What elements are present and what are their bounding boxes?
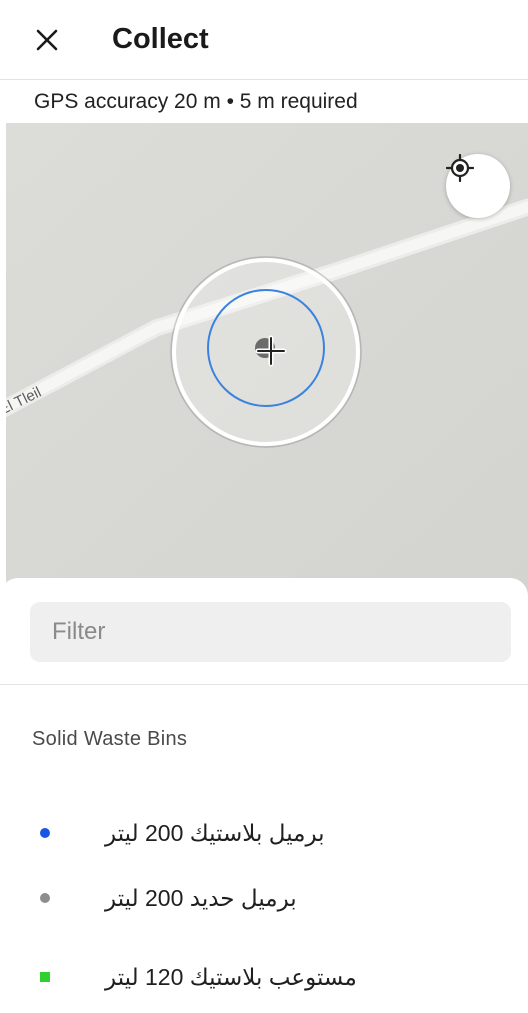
layer-item[interactable]: برميل حديد 200 ليتر xyxy=(0,863,528,933)
layer-item[interactable]: مستوعب بلاستيك 120 ليتر xyxy=(0,942,528,1012)
map-view[interactable]: El Tleil xyxy=(6,123,528,603)
square-symbol-icon xyxy=(40,972,50,982)
layer-item-label: مستوعب بلاستيك 120 ليتر xyxy=(105,963,357,990)
layer-item[interactable]: برميل بلاستيك 200 ليتر xyxy=(0,798,528,868)
point-symbol-icon xyxy=(40,828,50,838)
page-title: Collect xyxy=(112,23,209,55)
my-location-icon xyxy=(446,154,474,182)
feature-type-sheet: Solid Waste Bins برميل بلاستيك 200 ليتر … xyxy=(0,578,528,1013)
close-button[interactable] xyxy=(22,15,72,65)
close-icon xyxy=(36,29,58,50)
point-symbol-icon xyxy=(40,893,50,903)
my-location-button[interactable] xyxy=(446,154,510,218)
layer-item-label: برميل حديد 200 ليتر xyxy=(105,884,297,911)
layer-item-label: برميل بلاستيك 200 ليتر xyxy=(105,819,325,846)
gps-accuracy-status: GPS accuracy 20 m • 5 m required xyxy=(0,80,528,123)
layer-group-title: Solid Waste Bins xyxy=(32,728,188,750)
filter-input[interactable] xyxy=(30,602,511,662)
app-header: Collect xyxy=(0,0,528,80)
divider xyxy=(0,684,528,685)
